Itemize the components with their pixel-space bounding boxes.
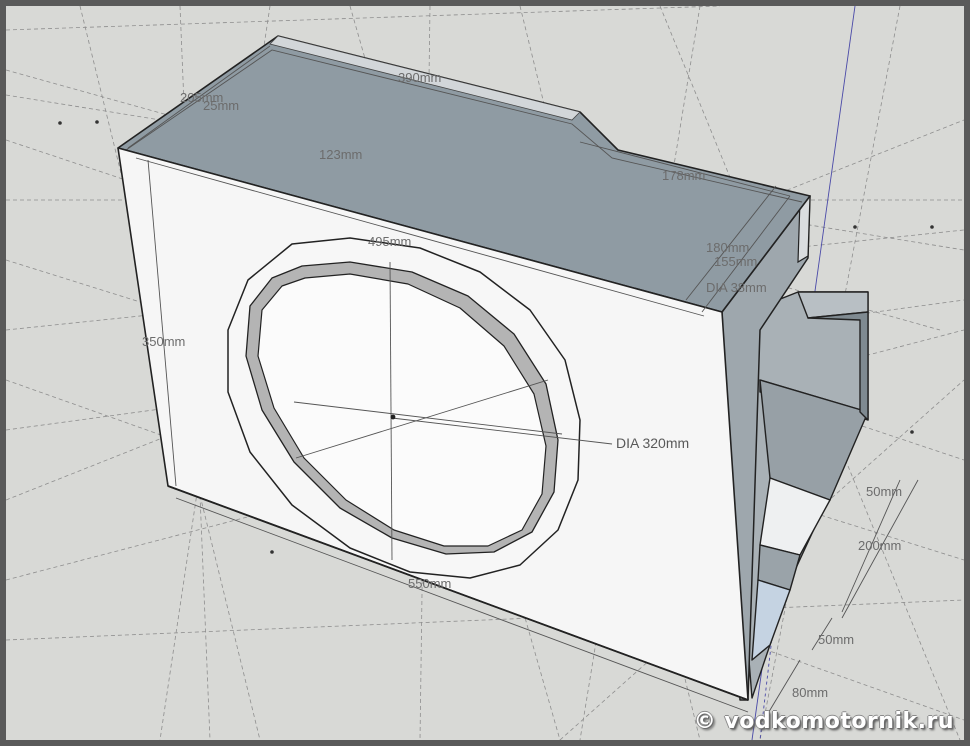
dim-top-depth-b: 25mm <box>203 98 239 113</box>
dim-right-d: 80mm <box>792 685 828 700</box>
dim-height: 350mm <box>142 334 185 349</box>
dim-port-offset: 123mm <box>319 147 362 162</box>
dim-port-dia: DIA 38mm <box>706 280 767 295</box>
dim-top-width: 390mm <box>398 70 441 85</box>
dim-front-width: 495mm <box>368 234 411 249</box>
dim-woofer-dia: DIA 320mm <box>616 435 689 451</box>
dim-port-length: 178mm <box>662 168 705 183</box>
watermark: © vodkomotornik.ru <box>693 709 954 734</box>
dim-side-b: 155mm <box>714 254 757 269</box>
dim-side-a: 180mm <box>706 240 749 255</box>
cad-viewport[interactable]: 205mm 25mm 390mm 123mm 178mm 495mm 180mm… <box>6 6 964 740</box>
screenshot-frame: 205mm 25mm 390mm 123mm 178mm 495mm 180mm… <box>0 0 970 746</box>
dim-bottom-width: 550mm <box>408 576 451 591</box>
dim-right-a: 50mm <box>866 484 902 499</box>
subwoofer-box-model: 205mm 25mm 390mm 123mm 178mm 495mm 180mm… <box>6 6 964 740</box>
dim-right-c: 50mm <box>818 632 854 647</box>
dim-right-b: 200mm <box>858 538 901 553</box>
